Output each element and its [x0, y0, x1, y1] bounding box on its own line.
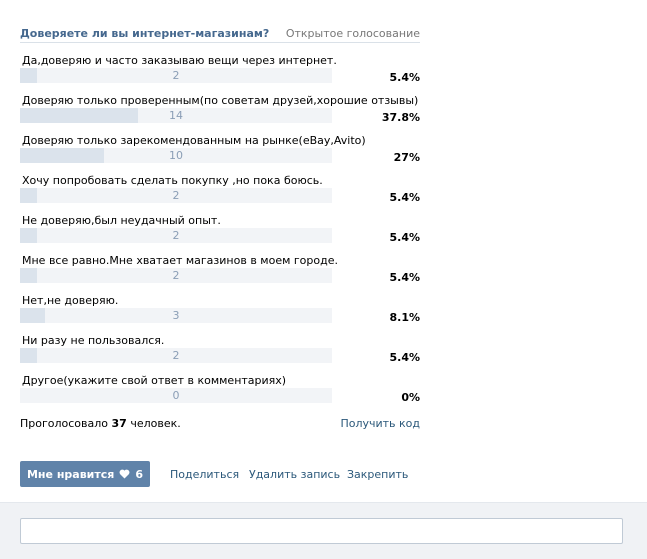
poll-option: Нет,не доверяю. 3 8.1% [20, 294, 420, 334]
poll-option-count: 10 [169, 149, 183, 162]
poll-option-count: 0 [172, 389, 180, 402]
poll-option-label: Мне все равно.Мне хватает магазинов в мо… [22, 254, 338, 267]
poll-option-percent: 27% [393, 151, 420, 164]
poll-option: Ни разу не пользовался. 2 5.4% [20, 334, 420, 374]
poll-option-count: 2 [172, 269, 180, 282]
comment-input[interactable] [20, 518, 623, 544]
pin-post-link[interactable]: Закрепить [347, 468, 408, 481]
poll-option-bar: 2 [20, 68, 332, 83]
poll-option: Другое(укажите свой ответ в комментариях… [20, 374, 420, 414]
poll-option-label: Нет,не доверяю. [22, 294, 119, 307]
poll-option: Хочу попробовать сделать покупку ,но пок… [20, 174, 420, 214]
poll-option-label: Хочу попробовать сделать покупку ,но пок… [22, 174, 323, 187]
heart-icon [119, 469, 130, 479]
poll-option-bar: 10 [20, 148, 332, 163]
poll: Доверяете ли вы интернет-магазинам? Откр… [20, 27, 420, 430]
poll-option-bar: 2 [20, 348, 332, 363]
poll-title: Доверяете ли вы интернет-магазинам? [20, 27, 270, 40]
poll-option-label: Да,доверяю и часто заказываю вещи через … [22, 54, 337, 67]
comment-area [0, 502, 647, 559]
poll-option-bar: 2 [20, 268, 332, 283]
post-actions: Мне нравится 6 Поделиться Удалить запись… [20, 461, 440, 487]
voted-summary: Проголосовало 37 человек. [20, 417, 181, 430]
like-button[interactable]: Мне нравится 6 [20, 461, 150, 487]
poll-option: Доверяю только зарекомендованным на рынк… [20, 134, 420, 174]
poll-footer: Проголосовало 37 человек. Получить код [20, 417, 420, 431]
poll-option-bar: 14 [20, 108, 332, 123]
poll-option-percent: 5.4% [389, 231, 420, 244]
poll-option-label: Ни разу не пользовался. [22, 334, 165, 347]
poll-option-percent: 5.4% [389, 71, 420, 84]
poll-option-label: Не доверяю,был неудачный опыт. [22, 214, 221, 227]
voted-count: 37 [111, 417, 127, 430]
poll-option: Да,доверяю и часто заказываю вещи через … [20, 54, 420, 94]
poll-option-percent: 0% [401, 391, 420, 404]
poll-option-count: 2 [172, 349, 180, 362]
poll-option: Доверяю только проверенным(по советам др… [20, 94, 420, 134]
poll-option-bar: 2 [20, 188, 332, 203]
poll-option-percent: 5.4% [389, 191, 420, 204]
poll-header: Доверяете ли вы интернет-магазинам? Откр… [20, 27, 420, 43]
poll-option-percent: 5.4% [389, 351, 420, 364]
voted-suffix: человек. [130, 417, 181, 430]
poll-options: Да,доверяю и часто заказываю вещи через … [20, 54, 420, 414]
poll-option-count: 3 [172, 309, 180, 322]
poll-option-count: 2 [172, 229, 180, 242]
poll-type-label: Открытое голосование [285, 27, 420, 40]
get-code-link[interactable]: Получить код [340, 417, 420, 430]
poll-option-percent: 37.8% [381, 111, 420, 124]
poll-option-bar: 0 [20, 388, 332, 403]
poll-option-label: Доверяю только проверенным(по советам др… [22, 94, 419, 107]
delete-post-link[interactable]: Удалить запись [249, 468, 340, 481]
poll-option-count: 2 [172, 69, 180, 82]
poll-option: Мне все равно.Мне хватает магазинов в мо… [20, 254, 420, 294]
poll-option-bar: 3 [20, 308, 332, 323]
voted-prefix: Проголосовало [20, 417, 109, 430]
poll-option-percent: 8.1% [389, 311, 420, 324]
like-label: Мне нравится [26, 467, 115, 481]
poll-option-count: 14 [169, 109, 183, 122]
poll-option-percent: 5.4% [389, 271, 420, 284]
poll-option-count: 2 [172, 189, 180, 202]
poll-option: Не доверяю,был неудачный опыт. 2 5.4% [20, 214, 420, 254]
like-count: 6 [135, 467, 144, 481]
poll-option-label: Другое(укажите свой ответ в комментариях… [22, 374, 287, 387]
share-link[interactable]: Поделиться [170, 468, 239, 481]
poll-option-label: Доверяю только зарекомендованным на рынк… [22, 134, 366, 147]
poll-option-bar: 2 [20, 228, 332, 243]
